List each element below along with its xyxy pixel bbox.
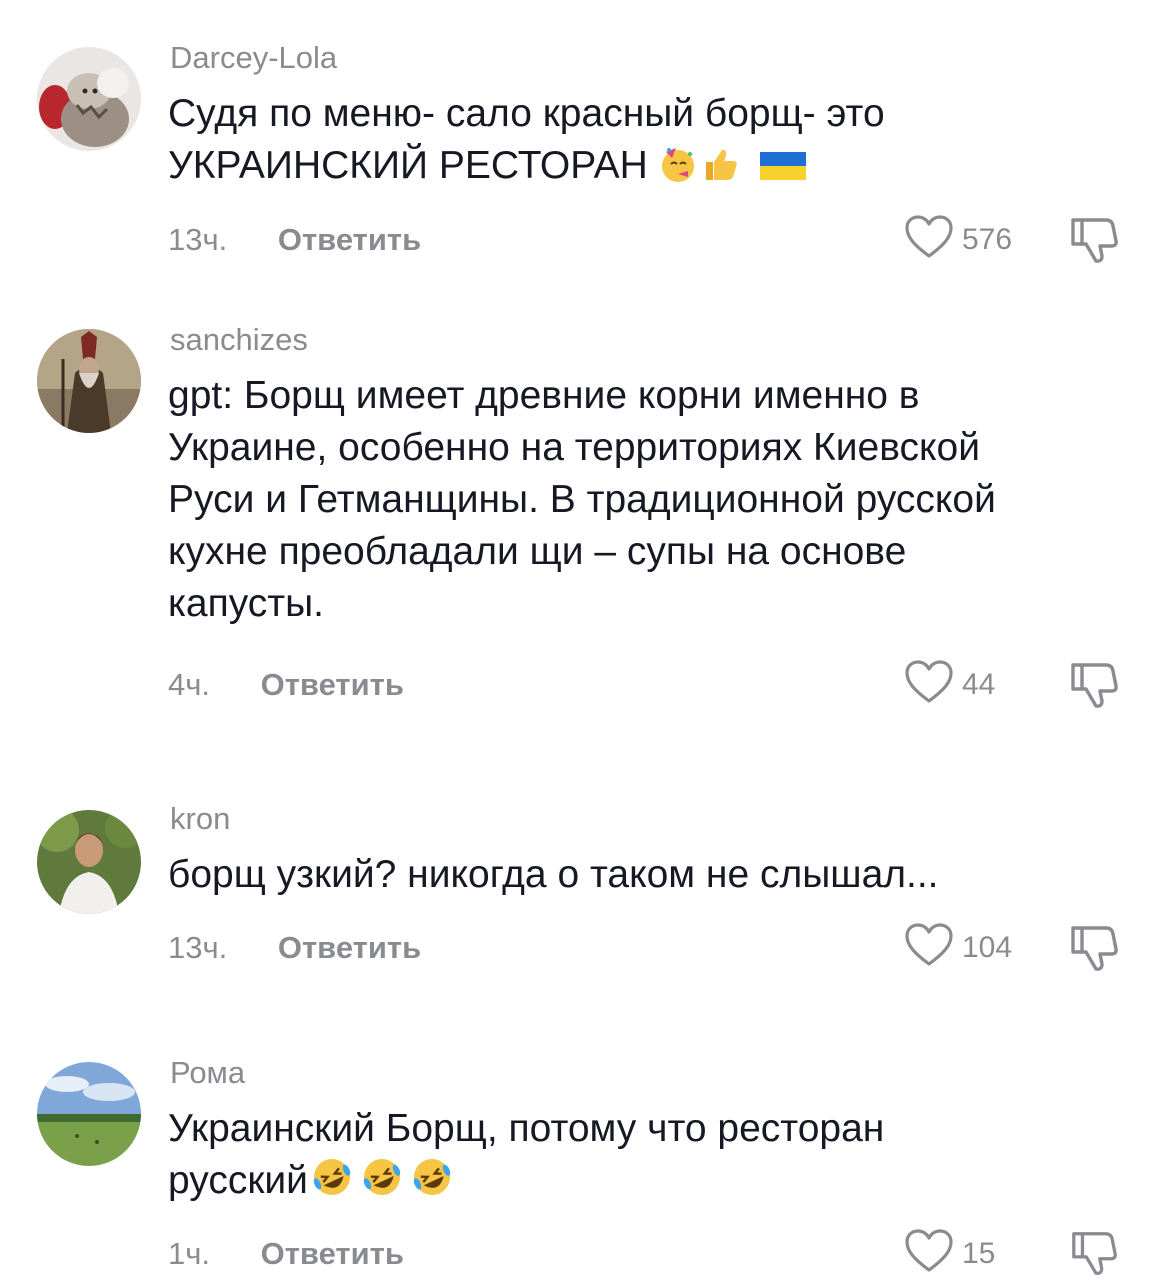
ukraine-flag-emoji [758, 146, 808, 198]
like-count: 15 [962, 1236, 996, 1270]
avatar[interactable] [37, 810, 141, 914]
like-button[interactable]: 15 [904, 1228, 995, 1279]
comment-username[interactable]: sanchizes [170, 322, 308, 358]
heart-outline-icon [904, 659, 954, 710]
avatar[interactable] [37, 1062, 141, 1166]
comment-username[interactable]: Darcey-Lola [170, 40, 337, 76]
dislike-icon [1068, 663, 1120, 715]
heart-outline-icon [904, 214, 954, 265]
avatar[interactable] [37, 329, 141, 433]
reply-button[interactable]: Ответить [278, 222, 421, 258]
rofl-emoji [410, 1155, 454, 1213]
reply-button[interactable]: Ответить [278, 930, 421, 966]
dislike-icon [1068, 218, 1120, 270]
thumbs-up-emoji [700, 144, 740, 198]
avatar[interactable] [37, 47, 141, 151]
dislike-button[interactable] [1068, 1228, 1120, 1283]
comment-meta: 13ч. Ответить [168, 222, 421, 258]
comment-username[interactable]: Рома [170, 1055, 245, 1091]
like-button[interactable]: 44 [904, 659, 995, 710]
comment-text: gpt: Борщ имеет древние корни именно в У… [168, 374, 996, 625]
comment-time: 4ч. [168, 667, 211, 702]
rofl-emoji [310, 1155, 354, 1213]
comment-meta: 4ч. Ответить [168, 667, 404, 703]
like-button[interactable]: 104 [904, 922, 1012, 973]
heart-outline-icon [904, 1228, 954, 1279]
comment-text: Судя по меню- сало красный борщ- это УКР… [168, 88, 1128, 198]
reply-button[interactable]: Ответить [261, 667, 404, 703]
comment-text: борщ узкий? никогда о таком не слышал... [168, 853, 939, 896]
partying-face-emoji [658, 144, 698, 198]
dislike-icon [1068, 1232, 1120, 1282]
dislike-icon [1068, 926, 1120, 978]
comment-text: Украинский Борщ, потому что ресторан рус… [168, 1103, 1128, 1213]
dislike-button[interactable] [1068, 922, 1120, 979]
like-count: 44 [962, 667, 996, 701]
like-count: 104 [962, 930, 1013, 964]
rofl-emoji [360, 1155, 404, 1213]
dislike-button[interactable] [1068, 659, 1120, 716]
reply-button[interactable]: Ответить [261, 1236, 404, 1272]
like-count: 576 [962, 222, 1013, 256]
comment-meta: 1ч. Ответить [168, 1236, 404, 1272]
comment-username[interactable]: kron [170, 801, 230, 837]
like-button[interactable]: 576 [904, 214, 1012, 265]
comment-text-body: Украинский Борщ, потому что ресторан рус… [168, 1107, 885, 1202]
heart-outline-icon [904, 922, 954, 973]
comment-meta: 13ч. Ответить [168, 930, 421, 966]
comment-time: 13ч. [168, 222, 228, 257]
comment-time: 13ч. [168, 930, 228, 965]
dislike-button[interactable] [1068, 214, 1120, 271]
comment-time: 1ч. [168, 1236, 211, 1271]
